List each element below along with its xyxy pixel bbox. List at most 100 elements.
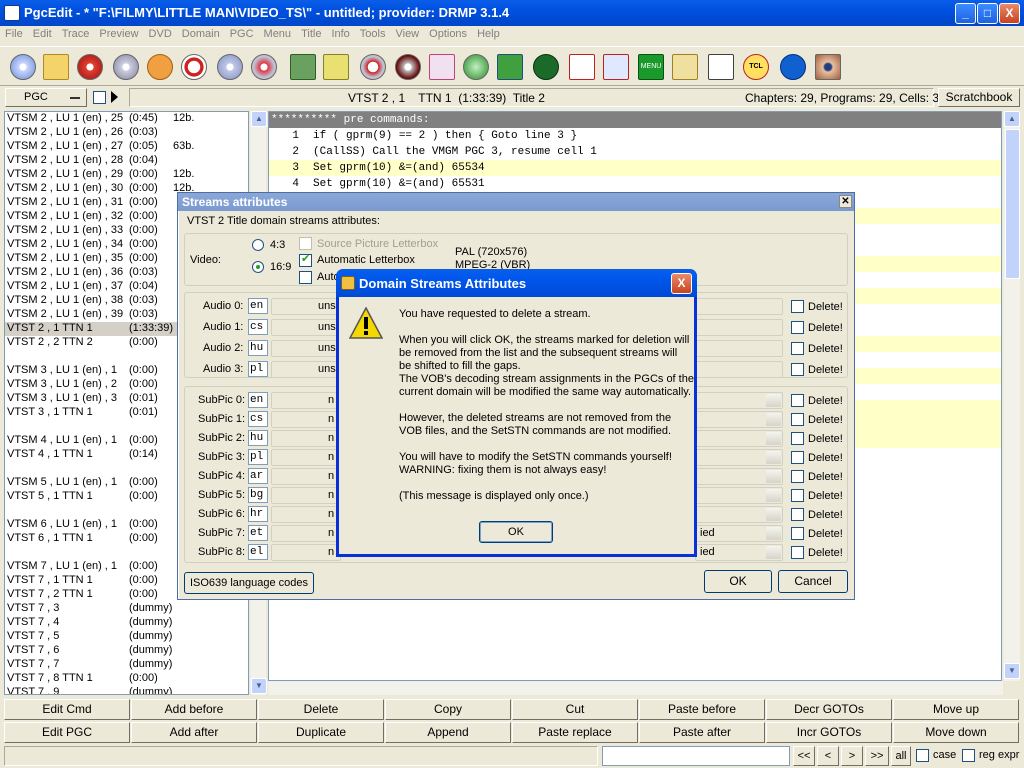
ratio-43-radio[interactable] <box>252 239 264 251</box>
menu-dvd[interactable]: DVD <box>144 26 177 40</box>
new-disc-icon[interactable] <box>110 51 142 83</box>
subpic-language-field[interactable]: en <box>248 392 268 408</box>
list-item[interactable]: VTST 7 , 6 (dummy) <box>5 644 248 658</box>
subpic-extra-combo[interactable] <box>695 392 783 409</box>
cmd-button-move-up[interactable]: Move up <box>893 699 1019 720</box>
cmd-button-incr-gotos[interactable]: Incr GOTOs <box>766 722 892 743</box>
film-play-icon[interactable] <box>494 51 526 83</box>
audio-format-combo[interactable]: uns <box>271 361 341 378</box>
subpic-language-field[interactable]: bg <box>248 487 268 503</box>
play-icon[interactable] <box>111 91 118 103</box>
cmd-button-duplicate[interactable]: Duplicate <box>258 722 384 743</box>
audio-extra-combo[interactable] <box>695 298 783 315</box>
cmd-button-copy[interactable]: Copy <box>385 699 511 720</box>
list-item[interactable]: VTST 7 , 5 (dummy) <box>5 630 248 644</box>
check-icon[interactable] <box>357 51 389 83</box>
audio-language-field[interactable]: pl <box>248 361 268 377</box>
cmd-button-delete[interactable]: Delete <box>258 699 384 720</box>
list-item[interactable]: VTSM 2 , LU 1 (en) , 28 (0:04) <box>5 154 248 168</box>
search-icon[interactable] <box>178 51 210 83</box>
dropdown-arrow-icon[interactable] <box>766 432 781 445</box>
iso639-button[interactable]: ISO639 language codes <box>184 572 314 594</box>
subpic-language-field[interactable]: cs <box>248 411 268 427</box>
subpic-extra-combo[interactable]: ied <box>695 525 783 542</box>
cd-id-icon[interactable] <box>392 51 424 83</box>
list-item[interactable]: VTST 7 , 4 (dummy) <box>5 616 248 630</box>
find-input[interactable] <box>602 746 790 766</box>
menu-options[interactable]: Options <box>424 26 472 40</box>
audio-language-field[interactable]: cs <box>248 319 268 335</box>
subpic-language-field[interactable]: et <box>248 525 268 541</box>
find-next-button[interactable]: > <box>841 746 863 766</box>
subpic-extra-combo[interactable]: ied <box>695 544 783 561</box>
cmd-button-paste-before[interactable]: Paste before <box>639 699 765 720</box>
jump-icon[interactable] <box>777 51 809 83</box>
minimize-button[interactable]: _ <box>955 3 976 24</box>
tcl-icon[interactable]: TCL <box>740 51 772 83</box>
list-item[interactable]: VTSM 2 , LU 1 (en) , 27 (0:05) 63b. <box>5 140 248 154</box>
cd-pair-icon[interactable] <box>214 51 246 83</box>
subpic-delete-checkbox[interactable] <box>791 546 804 559</box>
pin-icon[interactable] <box>248 51 280 83</box>
subpic-extra-combo[interactable] <box>695 449 783 466</box>
menu-info[interactable]: Info <box>326 26 354 40</box>
subpic-format-combo[interactable]: n <box>271 487 341 504</box>
audio-extra-combo[interactable] <box>695 319 783 336</box>
audio-delete-checkbox[interactable] <box>791 363 804 376</box>
dropdown-arrow-icon[interactable] <box>766 527 781 540</box>
subpic-extra-combo[interactable] <box>695 506 783 523</box>
source-letterbox-checkbox[interactable] <box>299 237 312 250</box>
cmd-button-move-down[interactable]: Move down <box>893 722 1019 743</box>
document-icon[interactable] <box>320 51 352 83</box>
subpic-delete-checkbox[interactable] <box>791 527 804 540</box>
cmd-button-paste-replace[interactable]: Paste replace <box>512 722 638 743</box>
pgc-combo[interactable]: PGC <box>5 88 87 107</box>
menu-menu[interactable]: Menu <box>259 26 297 40</box>
code-line[interactable]: 2 (CallSS) Call the VMGM PGC 3, resume ce… <box>269 144 1001 160</box>
subpic-extra-combo[interactable] <box>695 430 783 447</box>
menu-file[interactable]: File <box>0 26 28 40</box>
audio-language-field[interactable]: hu <box>248 340 268 356</box>
code-line[interactable]: 3 Set gprm(10) &=(and) 65534 <box>269 160 1001 176</box>
regexpr-checkbox[interactable] <box>962 749 975 762</box>
home-icon[interactable] <box>144 51 176 83</box>
scroll-thumb[interactable] <box>1005 129 1020 279</box>
cmd-button-add-after[interactable]: Add after <box>131 722 257 743</box>
audio-format-combo[interactable]: uns <box>271 340 341 357</box>
subpic-format-combo[interactable]: n <box>271 544 341 561</box>
subpic-format-combo[interactable]: n <box>271 525 341 542</box>
dropdown-arrow-icon[interactable] <box>766 489 781 502</box>
subpic-delete-checkbox[interactable] <box>791 413 804 426</box>
audio-format-combo[interactable]: uns <box>271 319 341 336</box>
cmd-button-append[interactable]: Append <box>385 722 511 743</box>
dropdown-arrow-icon[interactable] <box>766 508 781 521</box>
menu-trace[interactable]: Trace <box>57 26 95 40</box>
audio-extra-combo[interactable] <box>695 340 783 357</box>
code-line[interactable]: 1 if ( gprm(9) == 2 ) then { Goto line 3 … <box>269 128 1001 144</box>
menu-view[interactable]: View <box>390 26 424 40</box>
subpic-format-combo[interactable]: n <box>271 506 341 523</box>
case-checkbox[interactable] <box>916 749 929 762</box>
cmd-button-decr-gotos[interactable]: Decr GOTOs <box>766 699 892 720</box>
cd-icon[interactable] <box>7 51 39 83</box>
eye-icon[interactable] <box>812 51 844 83</box>
cut-icon[interactable] <box>600 51 632 83</box>
subpic-language-field[interactable]: pl <box>248 449 268 465</box>
find-prev-button[interactable]: < <box>817 746 839 766</box>
audio-language-field[interactable]: en <box>248 298 268 314</box>
list-item[interactable]: VTSM 2 , LU 1 (en) , 26 (0:03) <box>5 126 248 140</box>
streams-ok-button[interactable]: OK <box>704 570 772 593</box>
scroll-up-icon[interactable]: ▲ <box>1004 111 1020 127</box>
subpic-format-combo[interactable]: n <box>271 411 341 428</box>
cmd-button-paste-after[interactable]: Paste after <box>639 722 765 743</box>
menu-pgc[interactable]: PGC <box>225 26 259 40</box>
menu-preview[interactable]: Preview <box>94 26 143 40</box>
find-all-button[interactable]: all <box>891 746 911 766</box>
list-item[interactable]: VTSM 2 , LU 1 (en) , 25 (0:45) 12b. <box>5 112 248 126</box>
ratio-169-radio[interactable] <box>252 261 264 273</box>
list-item[interactable]: VTST 7 , 3 (dummy) <box>5 602 248 616</box>
pgc-checkbox[interactable] <box>93 91 106 104</box>
subpic-format-combo[interactable]: n <box>271 392 341 409</box>
menu-domain[interactable]: Domain <box>177 26 225 40</box>
streams-close-button[interactable]: ✕ <box>839 195 852 208</box>
